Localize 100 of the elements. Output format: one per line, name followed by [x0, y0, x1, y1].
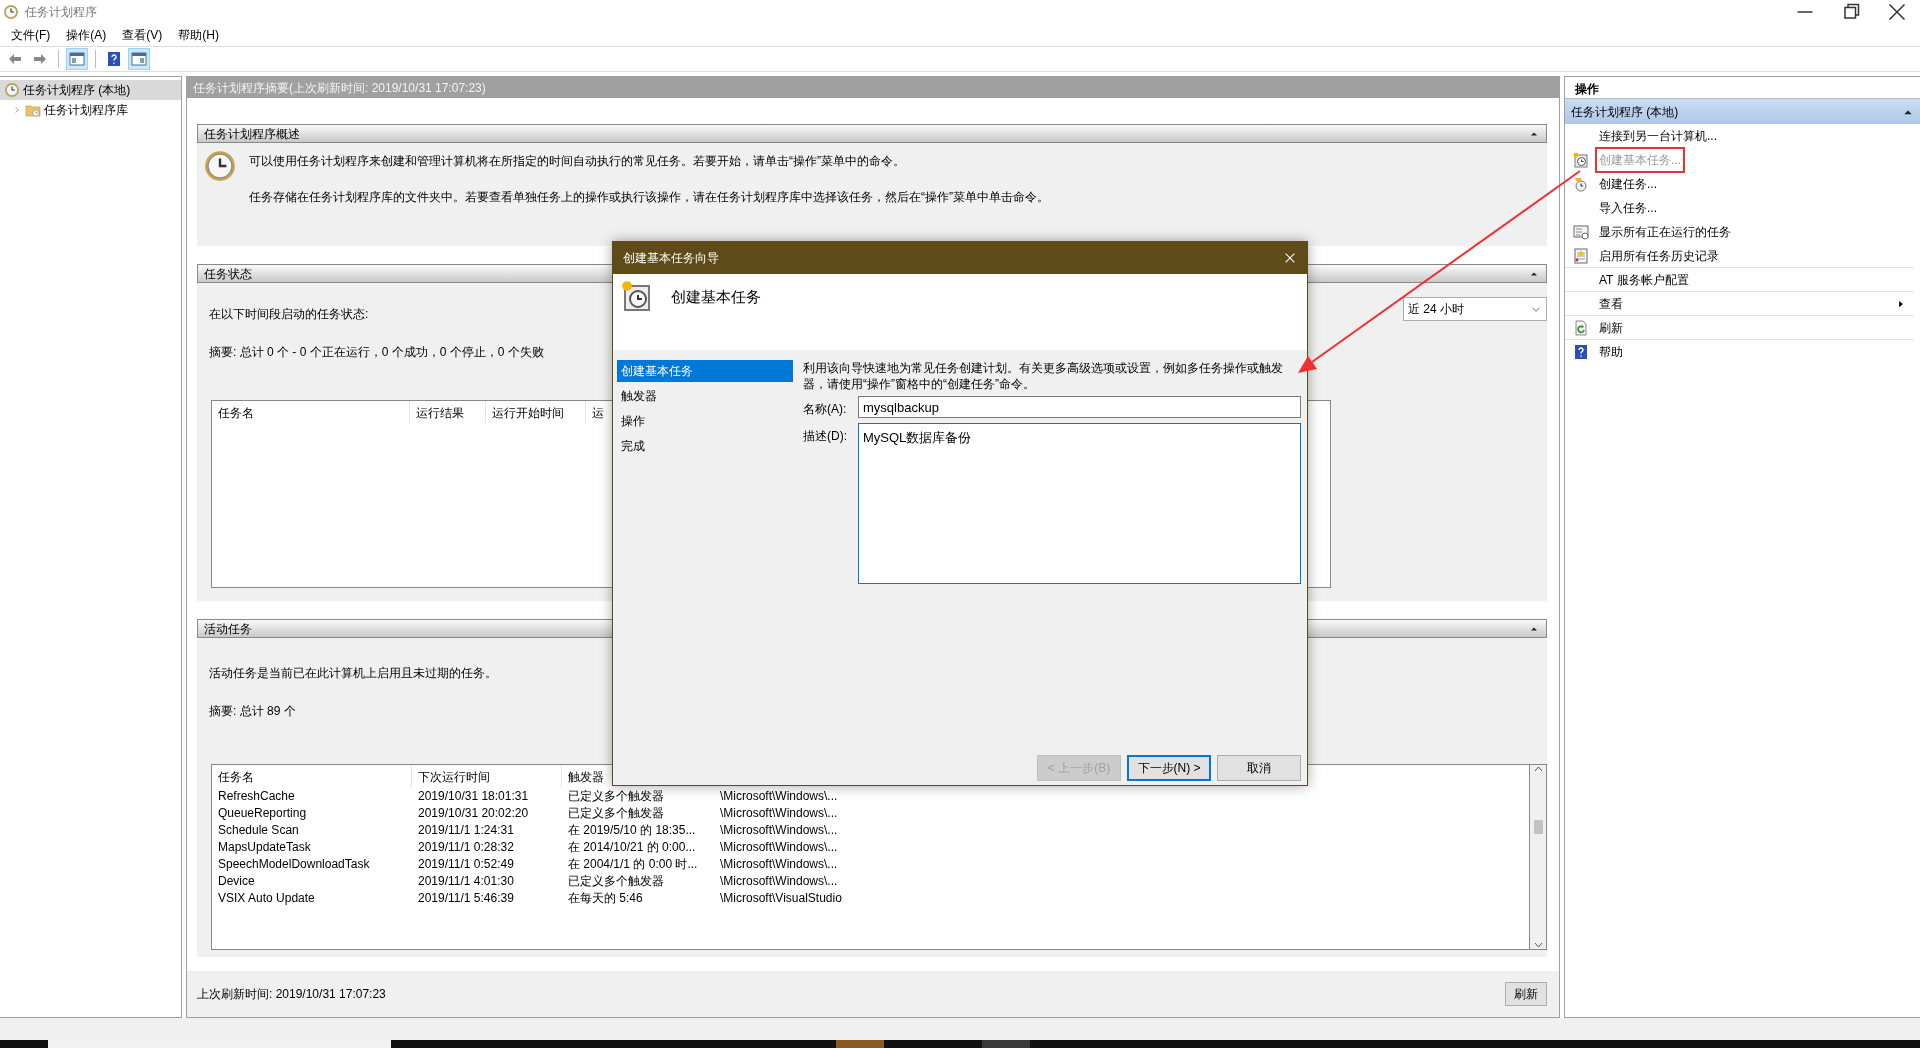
- clock-icon: [3, 4, 19, 20]
- scrollbar[interactable]: [1530, 764, 1547, 950]
- toolbar-button[interactable]: [128, 48, 150, 70]
- close-icon[interactable]: [1283, 251, 1297, 265]
- time-range-dropdown[interactable]: 近 24 小时: [1403, 297, 1547, 321]
- dialog-heading: 创建基本任务: [671, 287, 761, 307]
- refresh-icon: [1573, 319, 1589, 336]
- description-field[interactable]: MySQL数据库备份: [858, 423, 1301, 584]
- section-header[interactable]: 任务计划程序概述: [197, 124, 1547, 143]
- pane-header: 任务计划程序摘要(上次刷新时间: 2019/10/31 17:07:23): [187, 77, 1559, 98]
- table-cell-text: 在 2019/5/10 的 18:35...: [567, 822, 697, 838]
- table-cell-text: Schedule Scan: [217, 822, 300, 838]
- scroll-up-icon[interactable]: [1533, 765, 1543, 774]
- status-summary: 摘要: 总计 0 个 - 0 个正在运行，0 个成功，0 个停止，0 个失败: [209, 344, 544, 361]
- scroll-down-icon[interactable]: [1533, 940, 1543, 949]
- table-cell-text: 在 2004/1/1 的 0:00 时...: [567, 856, 699, 872]
- table-cell-text: \Microsoft\Windows\...: [719, 822, 839, 838]
- table-cell-text: 已定义多个触发器: [567, 805, 665, 821]
- table-cell-text: 2019/11/1 5:46:39: [417, 890, 515, 906]
- table-cell-text: 在 2014/10/21 的 0:00...: [567, 839, 697, 855]
- table-cell-text: \Microsoft\Windows\...: [719, 805, 839, 821]
- table-cell-text: 2019/10/31 18:01:31: [417, 788, 530, 804]
- table-cell-text: \Microsoft\VisualStudio: [719, 890, 843, 906]
- folder-icon: [25, 102, 41, 118]
- refresh-button[interactable]: 刷新: [1505, 982, 1547, 1006]
- log-icon: [1573, 247, 1589, 264]
- wizard-step[interactable]: 触发器: [617, 385, 793, 407]
- panel-icon: [131, 51, 147, 67]
- column-header[interactable]: 运行结果: [410, 401, 486, 423]
- menu-item[interactable]: 查看(V): [114, 24, 171, 46]
- clock-icon: [1573, 176, 1589, 192]
- field-label: 描述(D):: [803, 428, 848, 445]
- wizard-button[interactable]: 取消: [1217, 755, 1301, 781]
- tree-item[interactable]: 任务计划程序 (本地): [0, 80, 181, 100]
- tree-item[interactable]: 任务计划程序库: [0, 100, 181, 120]
- table-cell-text: 2019/11/1 4:01:30: [417, 873, 515, 889]
- panel-icon: [69, 51, 85, 67]
- dialog-title: 创建基本任务向导: [623, 250, 719, 267]
- table-cell-text: SpeechModelDownloadTask: [217, 856, 371, 872]
- menu-item[interactable]: 文件(F): [3, 24, 59, 46]
- column-header[interactable]: 下次运行时间: [412, 765, 562, 787]
- active-tasks-summary: 摘要: 总计 89 个: [209, 703, 297, 720]
- section-title: 任务状态: [204, 265, 252, 283]
- toolbar-button[interactable]: [66, 48, 88, 70]
- section-title: 活动任务: [204, 620, 252, 638]
- paragraph: 任务存储在任务计划程序库的文件夹中。若要查看单独任务上的操作或执行该操作，请在任务计划程序库中选择该任务，然后在“操作”菜单中单击命令。: [249, 189, 1049, 206]
- table-cell-text: 2019/11/1 0:52:49: [417, 856, 515, 872]
- wizard-button[interactable]: 下一步(N) >: [1127, 755, 1211, 781]
- column-header[interactable]: 运行开始时间: [486, 401, 586, 423]
- column-header[interactable]: 任务名: [212, 765, 412, 787]
- wizard-step[interactable]: 操作: [617, 410, 793, 432]
- action-item[interactable]: 显示所有正在运行的任务: [1565, 220, 1920, 244]
- action-item[interactable]: AT 服务帐户配置: [1565, 268, 1914, 292]
- table-cell-text: 2019/11/1 0:28:32: [417, 839, 515, 855]
- table-cell-text: 2019/11/1 1:24:31: [417, 822, 515, 838]
- section-title: 任务计划程序概述: [204, 125, 300, 143]
- table-cell-text: \Microsoft\Windows\...: [719, 856, 839, 872]
- table-cell-text: Device: [217, 873, 256, 889]
- field-label: 名称(A):: [803, 401, 848, 418]
- table-cell-text: \Microsoft\Windows\...: [719, 873, 839, 889]
- table-cell-text: RefreshCache: [217, 788, 296, 804]
- table-cell-text: 2019/10/31 20:02:20: [417, 805, 530, 821]
- table-cell-text: \Microsoft\Windows\...: [719, 839, 839, 855]
- table-cell-text: MapsUpdateTask: [217, 839, 312, 855]
- column-header[interactable]: 任务名: [212, 401, 410, 423]
- wizard-step[interactable]: 创建基本任务: [617, 360, 793, 382]
- clock-icon: [203, 149, 237, 183]
- name-field[interactable]: mysqlbackup: [858, 396, 1301, 418]
- last-refresh-text: 上次刷新时间: 2019/10/31 17:07:23: [197, 986, 386, 1003]
- wizard-clock-icon: [621, 280, 653, 312]
- wizard-clock-icon: [1573, 152, 1589, 168]
- forward-arrow-icon: [32, 51, 48, 67]
- clock-icon: [4, 82, 20, 98]
- action-group-header[interactable]: 任务计划程序 (本地): [1565, 99, 1920, 124]
- table-cell-text: 在每天的 5:46: [567, 890, 644, 906]
- action-item[interactable]: 连接到另一台计算机...: [1565, 124, 1920, 148]
- action-item[interactable]: 帮助: [1565, 340, 1920, 364]
- help-icon: [106, 51, 122, 67]
- scroll-thumb[interactable]: [1533, 820, 1543, 834]
- table-cell-text: \Microsoft\Windows\...: [719, 788, 839, 804]
- menu-item[interactable]: 帮助(H): [170, 24, 227, 46]
- action-item[interactable]: 启用所有任务历史记录: [1565, 244, 1914, 268]
- active-tasks-description: 活动任务是当前已在此计算机上启用且未过期的任务。: [209, 665, 498, 682]
- action-item[interactable]: 查看: [1565, 292, 1914, 316]
- menu-item[interactable]: 操作(A): [58, 24, 115, 46]
- wizard-description: 利用该向导快速地为常见任务创建计划。有关更多高级选项或设置，例如多任务操作或触发器，请使用“操作”窗格中的“创建任务”命令。: [803, 360, 1284, 392]
- action-item[interactable]: 导入任务...: [1565, 196, 1920, 220]
- group-title: 任务计划程序 (本地): [1571, 103, 1679, 121]
- taskbar[interactable]: [0, 1040, 1920, 1048]
- table-cell-text: VSIX Auto Update: [217, 890, 316, 906]
- wizard-step[interactable]: 完成: [617, 435, 793, 457]
- list-icon: [1573, 224, 1589, 240]
- action-item[interactable]: 刷新: [1565, 316, 1914, 340]
- window-title: 任务计划程序: [25, 4, 97, 21]
- table-cell-text: 已定义多个触发器: [567, 788, 665, 804]
- action-item[interactable]: 创建任务...: [1565, 172, 1920, 196]
- paragraph: 可以使用任务计划程序来创建和管理计算机将在所指定的时间自动执行的常见任务。若要开始，请单击“操作”菜单中的命令。: [249, 153, 906, 170]
- help-icon: [1573, 344, 1589, 360]
- table-cell-text: 已定义多个触发器: [567, 873, 665, 889]
- table-cell-text: QueueReporting: [217, 805, 308, 821]
